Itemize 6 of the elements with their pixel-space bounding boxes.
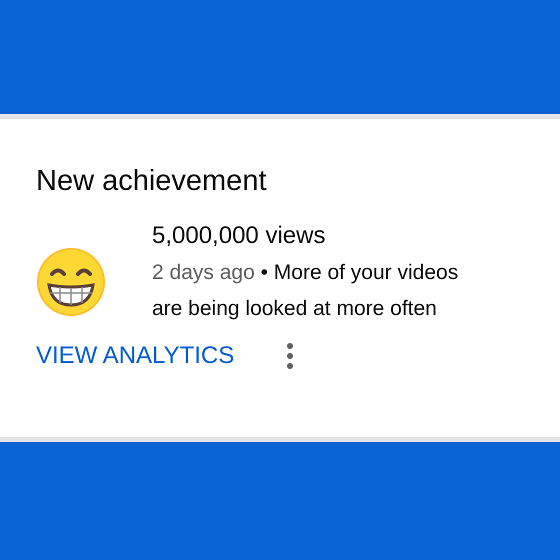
view-analytics-link[interactable]: VIEW ANALYTICS (36, 341, 234, 371)
headline: 5,000,000 views (152, 221, 326, 251)
notification-title: New achievement (36, 164, 266, 199)
more-options-icon[interactable] (286, 341, 294, 371)
grinning-emoji-icon (36, 247, 106, 317)
notification-message: 2 days ago • More of your videos are being looked at more often (152, 260, 460, 322)
